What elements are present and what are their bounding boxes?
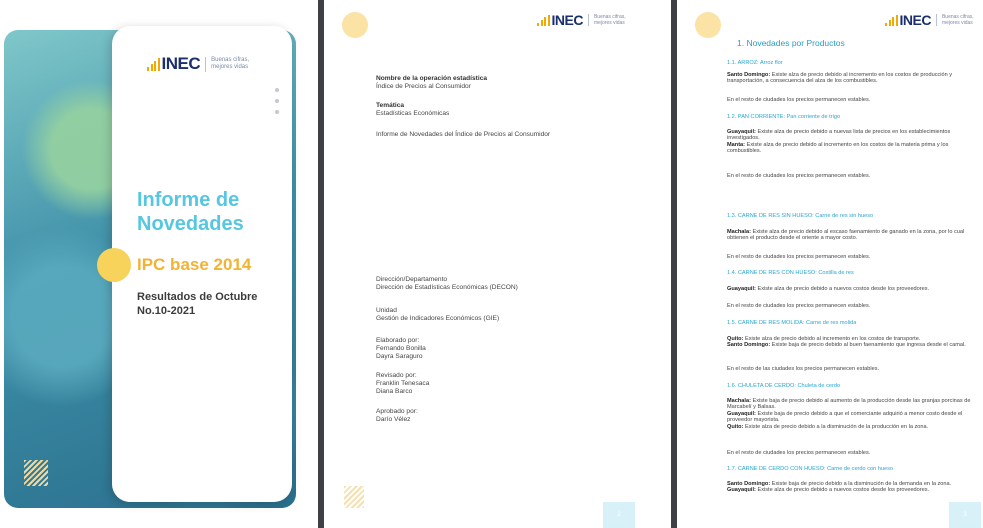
approved-block: Aprobado por: Darío Vélez <box>376 408 418 424</box>
reviewed-block: Revisado por: Franklin Tenesaca Diana Ba… <box>376 372 430 396</box>
paragraph-rest: En el resto de ciudades los precios perm… <box>727 97 871 103</box>
yellow-dot-decoration <box>342 12 368 38</box>
paragraph: Santo Domingo: Existe alza de precio deb… <box>727 72 953 85</box>
section-heading: 1. Novedades por Productos <box>737 38 845 48</box>
subsection-heading: 1.5. CARNE DE RES MOLIDA: Carne de res m… <box>727 320 857 326</box>
paragraph: Quito: Existe alza de precio debido al i… <box>727 336 966 349</box>
logo-word: INEC <box>161 54 201 73</box>
cover-page: INEC Buenas cifras, mejores vidas Inform… <box>0 0 320 528</box>
paragraph: Santo Domingo: Existe baja de precio deb… <box>727 481 952 494</box>
logo-tagline-1: Buenas cifras, <box>211 57 250 63</box>
paragraph-rest: En el resto de ciudades los precios perm… <box>727 303 871 309</box>
logo-bars-icon <box>885 14 898 26</box>
page-2: INEC Buenas cifras, mejores vidas Nombre… <box>324 0 672 528</box>
report-title: Informe de Novedades del Índice de Preci… <box>376 131 551 138</box>
hatch-decoration <box>24 460 48 486</box>
page-number: 3 <box>949 502 981 528</box>
subsection-heading: 1.6. CHULETA DE CERDO: Chuleta de cerdo <box>727 383 841 389</box>
cover-results: Resultados de Octubre No.10-2021 <box>137 291 258 317</box>
unit-block: Unidad Gestión de Indicadores Económicos… <box>376 307 500 323</box>
logo-bars-icon <box>147 57 160 71</box>
logo-bars-icon <box>537 14 550 26</box>
subsection-heading: 1.1. ARROZ: Arroz flor <box>727 60 783 66</box>
paragraph-rest: En el resto de ciudades los precios perm… <box>727 173 871 179</box>
yellow-circle-decoration <box>97 248 131 282</box>
cover-ipc-label: IPC base 2014 <box>137 255 252 274</box>
paragraph: Guayaquil: Existe alza de precio debido … <box>727 129 951 155</box>
paragraph-rest: En el resto de las ciudades los precios … <box>727 366 880 372</box>
subsection-heading: 1.3. CARNE DE RES SIN HUESO: Carne de re… <box>727 213 874 219</box>
paragraph: Guayaquil: Existe alza de precio debido … <box>727 286 930 292</box>
inec-logo: INEC Buenas cifras, mejores vidas <box>885 12 974 28</box>
paragraph-rest: En el resto de ciudades los precios perm… <box>727 450 871 456</box>
vertical-dots-icon <box>275 88 279 121</box>
direction-block: Dirección/Departamento Dirección de Esta… <box>376 276 518 292</box>
tema-block: Temática Estadísticas Económicas <box>376 102 450 118</box>
page-number: 2 <box>603 502 635 528</box>
subsection-heading: 1.7. CARNE DE CERDO CON HUESO: Carne de … <box>727 466 894 472</box>
paragraph-rest: En el resto de ciudades los precios perm… <box>727 254 871 260</box>
cover-title: Informe de Novedades <box>137 189 244 235</box>
elaborated-block: Elaborado por: Fernando Bonilla Dayra Sa… <box>376 337 426 361</box>
operation-block: Nombre de la operación estadística Índic… <box>376 75 488 91</box>
logo-tagline-2: mejores vidas <box>211 64 249 70</box>
paragraph: Machala: Existe baja de precio debido al… <box>727 398 971 430</box>
subsection-heading: 1.4. CARNE DE RES CON HUESO: Costilla de… <box>727 270 854 276</box>
subsection-heading: 1.2. PAN CORRIENTE: Pan corriente de tri… <box>727 114 841 120</box>
logo-word: INEC <box>551 12 584 28</box>
inec-logo: INEC Buenas cifras, mejores vidas <box>537 12 626 28</box>
paragraph: Machala: Existe alza de precio debido al… <box>727 229 965 242</box>
logo-word: INEC <box>899 12 932 28</box>
hatch-decoration <box>344 486 364 508</box>
inec-logo: INEC Buenas cifras, mejores vidas <box>147 54 249 74</box>
yellow-dot-decoration <box>695 12 721 38</box>
page-3: INEC Buenas cifras, mejores vidas 1. Nov… <box>677 0 983 528</box>
